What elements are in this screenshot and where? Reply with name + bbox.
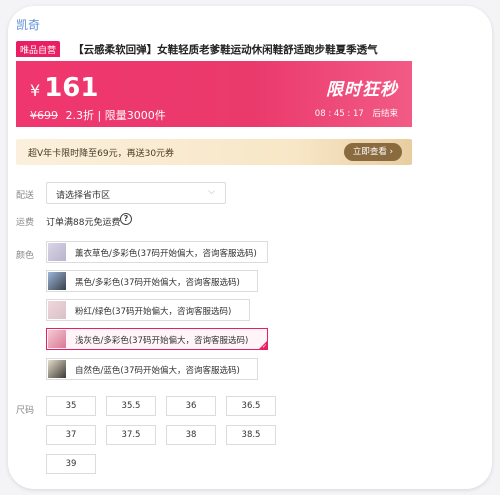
shoe-thumbnail-icon: [48, 272, 66, 290]
size-option[interactable]: 36.5: [226, 396, 276, 416]
region-select-value: 请选择省市区: [56, 191, 111, 201]
vip-promo-banner[interactable]: 超V年卡限时降至69元，再送30元券 立即查看 ›: [16, 139, 412, 165]
size-option[interactable]: 37: [46, 425, 96, 445]
size-option[interactable]: 38: [166, 425, 216, 445]
brand-name[interactable]: 凯奇: [16, 16, 40, 33]
color-option[interactable]: 黑色/多彩色(37码开始偏大，咨询客服选码): [46, 270, 258, 292]
size-option[interactable]: 36: [166, 396, 216, 416]
vip-promo-text: 超V年卡限时降至69元，再送30元券: [28, 149, 175, 159]
size-option[interactable]: 35: [46, 396, 96, 416]
self-operated-tag: 唯品自营: [16, 41, 61, 57]
size-option[interactable]: 35.5: [106, 396, 156, 416]
original-price: ¥699: [30, 109, 58, 122]
color-option-label: 粉红/绿色(37码开始偏大，咨询客服选码): [75, 307, 232, 317]
size-label: 尺码: [16, 406, 35, 416]
product-title: 【云感柔软回弹】女鞋轻质老爹鞋运动休闲鞋舒适跑步鞋夏季透气: [73, 44, 378, 56]
color-option[interactable]: 自然色/蓝色(37码开始偏大，咨询客服选码): [46, 358, 258, 380]
color-option-label: 黑色/多彩色(37码开始偏大，咨询客服选码): [75, 278, 240, 288]
size-option[interactable]: 39: [46, 454, 96, 474]
shoe-thumbnail-icon: [48, 330, 66, 348]
size-option[interactable]: 37.5: [106, 425, 156, 445]
color-option[interactable]: 粉红/绿色(37码开始偏大，咨询客服选码): [46, 299, 250, 321]
product-detail-card: 凯奇 唯品自营 【云感柔软回弹】女鞋轻质老爹鞋运动休闲鞋舒适跑步鞋夏季透气 ¥1…: [8, 6, 492, 489]
color-option-selected[interactable]: 浅灰色/多彩色(37码开始偏大，咨询客服选码) ✓: [46, 328, 268, 350]
color-option-label: 浅灰色/多彩色(37码开始偏大，咨询客服选码): [75, 336, 249, 346]
shipping-label: 运费: [16, 218, 35, 228]
countdown-timer: 08 : 45 : 17 后结束: [315, 107, 398, 119]
product-title-row: 唯品自营 【云感柔软回弹】女鞋轻质老爹鞋运动休闲鞋舒适跑步鞋夏季透气: [16, 39, 486, 57]
chevron-down-icon: ⌵: [208, 187, 215, 197]
color-option-label: 自然色/蓝色(37码开始偏大，咨询客服选码): [75, 366, 240, 376]
flash-sale-banner: ¥161 ¥699 2.3折 | 限量3000件 限时狂秒 08 : 45 : …: [16, 61, 412, 127]
flash-sale-title: 限时狂秒: [326, 80, 398, 100]
limited-quantity: 限量3000件: [104, 109, 166, 122]
color-option[interactable]: 薰衣草色/多彩色(37码开始偏大，咨询客服选码): [46, 241, 268, 263]
size-option[interactable]: 38.5: [226, 425, 276, 445]
countdown-suffix: 后结束: [372, 109, 398, 119]
delivery-label: 配送: [16, 191, 35, 201]
shoe-thumbnail-icon: [48, 243, 66, 261]
price-details: ¥699 2.3折 | 限量3000件: [30, 107, 166, 123]
help-icon[interactable]: ?: [120, 213, 132, 225]
view-now-button[interactable]: 立即查看 ›: [343, 143, 402, 161]
price-separator: |: [97, 109, 102, 122]
region-select[interactable]: 请选择省市区 ⌵: [46, 182, 226, 204]
current-price-value: 161: [44, 73, 99, 103]
current-price: ¥161: [30, 73, 98, 103]
color-option-label: 薰衣草色/多彩色(37码开始偏大，咨询客服选码): [75, 249, 257, 259]
shoe-thumbnail-icon: [48, 301, 66, 319]
countdown-value: 08 : 45 : 17: [314, 109, 364, 119]
color-label: 颜色: [16, 251, 35, 261]
shoe-thumbnail-icon: [48, 360, 66, 378]
currency-symbol: ¥: [30, 81, 41, 100]
shipping-info: 订单满88元免运费: [46, 218, 121, 228]
discount-rate: 2.3折: [65, 109, 95, 122]
check-icon: ✓: [261, 343, 267, 350]
